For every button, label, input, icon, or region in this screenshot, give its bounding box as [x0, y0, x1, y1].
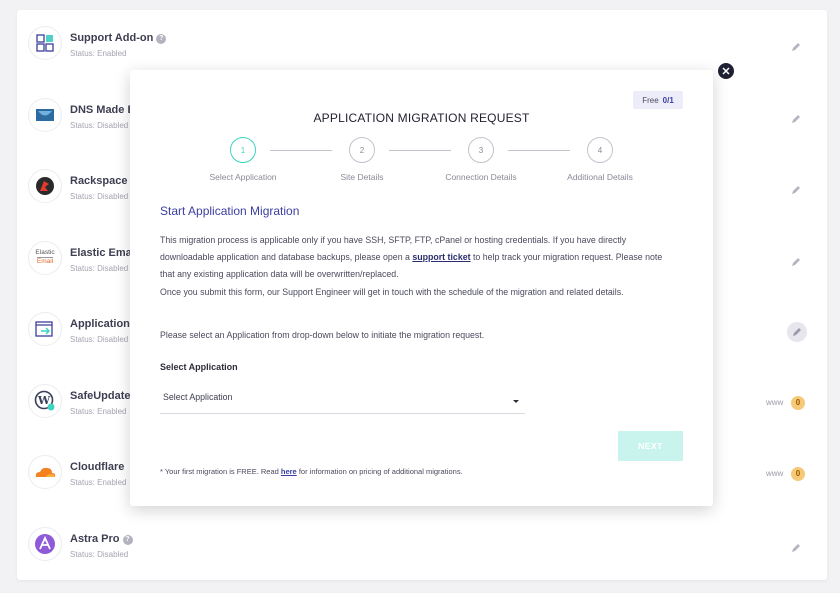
step-1-indicator: 1 — [230, 137, 256, 163]
select-application-dropdown[interactable]: Select Application — [160, 388, 525, 414]
select-instruction: Please select an Application from drop-d… — [160, 330, 485, 340]
wordpress-icon: W — [28, 383, 62, 418]
step-3-label: Connection Details — [445, 172, 517, 182]
step-4-label: Additional Details — [567, 172, 633, 182]
edit-pencil-icon[interactable] — [788, 254, 804, 270]
addon-name: Cloudflare — [70, 461, 125, 473]
caret-down-icon — [511, 393, 521, 403]
support-grid-icon — [28, 26, 62, 60]
help-icon[interactable]: ? — [122, 534, 133, 545]
migration-request-modal: Free 0/1 APPLICATION MIGRATION REQUEST 1… — [130, 70, 713, 506]
migration-description: This migration process is applicable onl… — [160, 235, 663, 297]
step-4-indicator: 4 — [587, 137, 613, 163]
pricing-info-link[interactable]: here — [281, 467, 297, 476]
addon-status: Status: Disabled — [70, 549, 129, 559]
addon-name: Application — [70, 318, 130, 330]
count-badge[interactable]: 0 — [791, 467, 805, 481]
addon-name: Rackspace E — [70, 175, 138, 187]
support-ticket-link[interactable]: support ticket — [412, 252, 470, 262]
edit-pencil-icon[interactable] — [788, 39, 804, 55]
cloudflare-icon — [28, 455, 62, 489]
elastic-email-logo-bottom: Email — [36, 257, 54, 265]
step-1-label: Select Application — [209, 172, 277, 182]
free-label: Free — [642, 95, 659, 105]
next-button[interactable]: NEXT — [618, 431, 683, 461]
free-migration-badge: Free 0/1 — [633, 91, 683, 109]
count-badge[interactable]: 0 — [791, 395, 805, 410]
addon-name: SafeUpdate — [70, 389, 131, 402]
step-2-indicator: 2 — [349, 137, 375, 163]
addon-row-astra-pro: Astra Pro? Status: Disabled — [17, 511, 827, 583]
step-3-indicator: 3 — [468, 137, 494, 163]
addon-name: Elastic Emai — [70, 246, 135, 259]
footnote: * Your first migration is FREE. Read her… — [160, 467, 463, 476]
help-icon[interactable]: ? — [156, 34, 167, 44]
application-migration-icon — [28, 312, 62, 346]
addon-status: Status: Enabled — [70, 478, 127, 487]
elastic-email-logo-top: Elastic — [35, 249, 55, 256]
rackspace-icon — [28, 169, 62, 203]
addon-name: DNS Made E — [70, 103, 135, 116]
addon-status: Status: Disabled — [70, 263, 129, 273]
step-2-label: Site Details — [340, 172, 384, 182]
www-label: www — [766, 469, 784, 478]
addon-status: Status: Disabled — [70, 335, 129, 344]
edit-pencil-icon[interactable] — [788, 540, 804, 556]
addon-status: Status: Enabled — [70, 49, 127, 58]
dns-made-easy-icon — [28, 97, 62, 132]
select-application-value: Select Application — [163, 392, 233, 402]
modal-title: APPLICATION MIGRATION REQUEST — [313, 111, 530, 125]
select-application-label: Select Application — [160, 362, 238, 372]
step-connector — [270, 150, 332, 151]
edit-pencil-icon[interactable] — [787, 322, 807, 342]
addon-name: Astra Pro? — [70, 533, 133, 545]
edit-pencil-icon[interactable] — [788, 182, 804, 198]
free-count: 0/1 — [662, 95, 674, 105]
close-icon[interactable] — [718, 63, 734, 79]
addon-name: Support Add-on? — [70, 32, 167, 44]
www-label: www — [766, 397, 784, 407]
addon-status: Status: Enabled — [70, 406, 127, 416]
step-connector — [389, 150, 451, 151]
astra-icon — [28, 526, 62, 561]
elastic-email-icon: Elastic Email — [28, 240, 62, 275]
step-connector — [508, 150, 570, 151]
edit-pencil-icon[interactable] — [788, 111, 804, 127]
section-title: Start Application Migration — [160, 204, 300, 218]
addon-status: Status: Disabled — [70, 120, 129, 130]
addon-status: Status: Disabled — [70, 192, 129, 201]
